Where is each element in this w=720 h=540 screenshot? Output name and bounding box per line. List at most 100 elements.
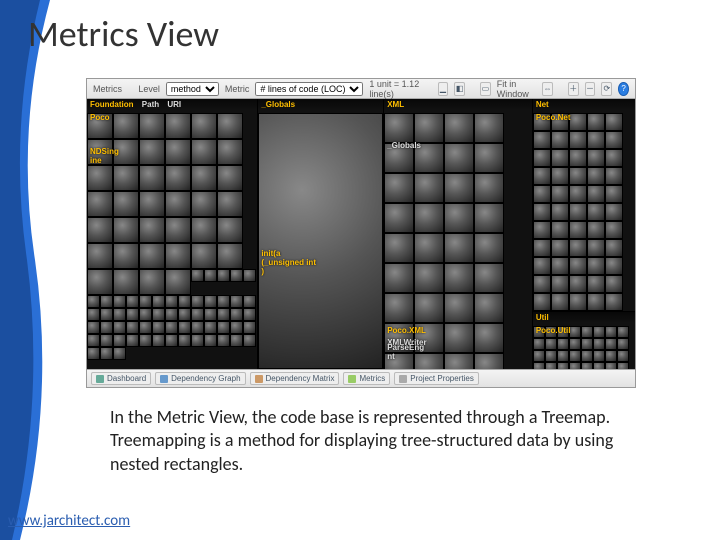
treemap-cell[interactable] [581, 362, 593, 369]
treemap-cell[interactable] [605, 221, 623, 239]
treemap-cell[interactable] [617, 350, 629, 362]
treemap-cell[interactable] [191, 308, 204, 321]
treemap-cell[interactable] [230, 295, 243, 308]
color-icon[interactable]: ◧ [454, 82, 465, 96]
fit-toggle-icon[interactable]: ⇔ [542, 82, 553, 96]
treemap-cell[interactable] [87, 217, 113, 243]
treemap-cell[interactable] [414, 173, 444, 203]
treemap-cell[interactable] [243, 269, 256, 282]
treemap-cell[interactable] [593, 326, 605, 338]
treemap-cell[interactable] [414, 293, 444, 323]
treemap-cell[interactable] [605, 350, 617, 362]
treemap[interactable]: Foundation Path URI Poco NDSing ine _Glo… [87, 99, 635, 369]
treemap-cell[interactable] [414, 233, 444, 263]
treemap-cell[interactable] [139, 243, 165, 269]
treemap-cell[interactable] [126, 334, 139, 347]
treemap-cell[interactable] [217, 217, 243, 243]
treemap-cell[interactable] [113, 217, 139, 243]
treemap-cell[interactable] [557, 338, 569, 350]
treemap-cell[interactable] [178, 308, 191, 321]
treemap-cell[interactable] [587, 239, 605, 257]
help-icon[interactable]: ? [618, 82, 629, 96]
treemap-cell[interactable] [545, 362, 557, 369]
treemap-cell[interactable] [533, 338, 545, 350]
treemap-cell[interactable] [178, 321, 191, 334]
treemap-cell[interactable] [474, 323, 504, 353]
treemap-cell[interactable] [557, 350, 569, 362]
treemap-cell[interactable] [605, 326, 617, 338]
treemap-cell[interactable] [593, 362, 605, 369]
treemap-cell[interactable] [217, 334, 230, 347]
treemap-cell[interactable] [605, 239, 623, 257]
treemap-cell[interactable] [87, 347, 100, 360]
treemap-cell[interactable] [569, 221, 587, 239]
treemap-cell[interactable] [444, 353, 474, 369]
treemap-cell[interactable] [217, 295, 230, 308]
treemap-cell[interactable] [126, 295, 139, 308]
treemap-cell[interactable] [474, 113, 504, 143]
treemap-cell[interactable] [178, 334, 191, 347]
fit-icon[interactable]: ▭ [480, 82, 491, 96]
treemap-cell[interactable] [204, 295, 217, 308]
treemap-cell[interactable] [126, 321, 139, 334]
treemap-cell[interactable] [87, 334, 100, 347]
treemap-cell[interactable] [605, 362, 617, 369]
treemap-cell[interactable] [533, 293, 551, 311]
treemap-cell[interactable] [384, 203, 414, 233]
treemap-cell[interactable] [587, 113, 605, 131]
treemap-cell[interactable] [605, 257, 623, 275]
treemap-cell[interactable] [533, 203, 551, 221]
treemap-cell[interactable] [243, 295, 256, 308]
treemap-cell[interactable] [152, 295, 165, 308]
treemap-cell[interactable] [152, 321, 165, 334]
treemap-cell[interactable] [152, 308, 165, 321]
treemap-cell[interactable] [587, 167, 605, 185]
treemap-cell[interactable] [87, 295, 100, 308]
treemap-cell[interactable] [587, 131, 605, 149]
tab-project-properties[interactable]: Project Properties [394, 372, 479, 385]
treemap-cell[interactable] [165, 321, 178, 334]
treemap-cell[interactable] [533, 239, 551, 257]
treemap-cell[interactable] [569, 350, 581, 362]
treemap-cell[interactable] [230, 321, 243, 334]
tab-dependency-graph[interactable]: Dependency Graph [155, 372, 245, 385]
treemap-cell[interactable] [113, 243, 139, 269]
zoom-in-icon[interactable]: ＋ [568, 82, 579, 96]
metric-select[interactable]: # lines of code (LOC) [255, 82, 363, 96]
treemap-cell[interactable] [139, 217, 165, 243]
treemap-cell[interactable] [605, 113, 623, 131]
treemap-cell[interactable] [474, 233, 504, 263]
treemap-cell[interactable] [533, 350, 545, 362]
treemap-cell[interactable] [204, 269, 217, 282]
treemap-cell[interactable] [100, 308, 113, 321]
treemap-cell[interactable] [191, 295, 204, 308]
treemap-cell[interactable] [587, 257, 605, 275]
treemap-cell[interactable] [545, 350, 557, 362]
treemap-cell[interactable] [587, 293, 605, 311]
treemap-cell[interactable] [617, 362, 629, 369]
treemap-cell[interactable] [569, 293, 587, 311]
treemap-cell[interactable] [551, 131, 569, 149]
treemap-cell[interactable] [191, 191, 217, 217]
treemap-cell[interactable] [551, 203, 569, 221]
treemap-cell[interactable] [605, 338, 617, 350]
treemap-cell[interactable] [165, 113, 191, 139]
treemap-cell[interactable] [100, 295, 113, 308]
zoom-out-icon[interactable]: － [585, 82, 596, 96]
treemap-cell[interactable] [87, 321, 100, 334]
treemap-cell[interactable] [474, 203, 504, 233]
treemap-cell[interactable] [217, 165, 243, 191]
footer-link[interactable]: www.jarchitect.com [8, 512, 130, 530]
treemap-cell[interactable] [139, 165, 165, 191]
treemap-cell[interactable] [191, 269, 204, 282]
treemap-cell[interactable] [87, 165, 113, 191]
treemap-cell[interactable] [100, 347, 113, 360]
treemap-cell[interactable] [217, 243, 243, 269]
treemap-cell[interactable] [139, 113, 165, 139]
tab-dependency-matrix[interactable]: Dependency Matrix [250, 372, 340, 385]
treemap-cell[interactable] [165, 165, 191, 191]
treemap-cell[interactable] [384, 233, 414, 263]
treemap-cell[interactable] [384, 263, 414, 293]
treemap-cell[interactable] [569, 203, 587, 221]
treemap-cell[interactable] [113, 269, 139, 295]
